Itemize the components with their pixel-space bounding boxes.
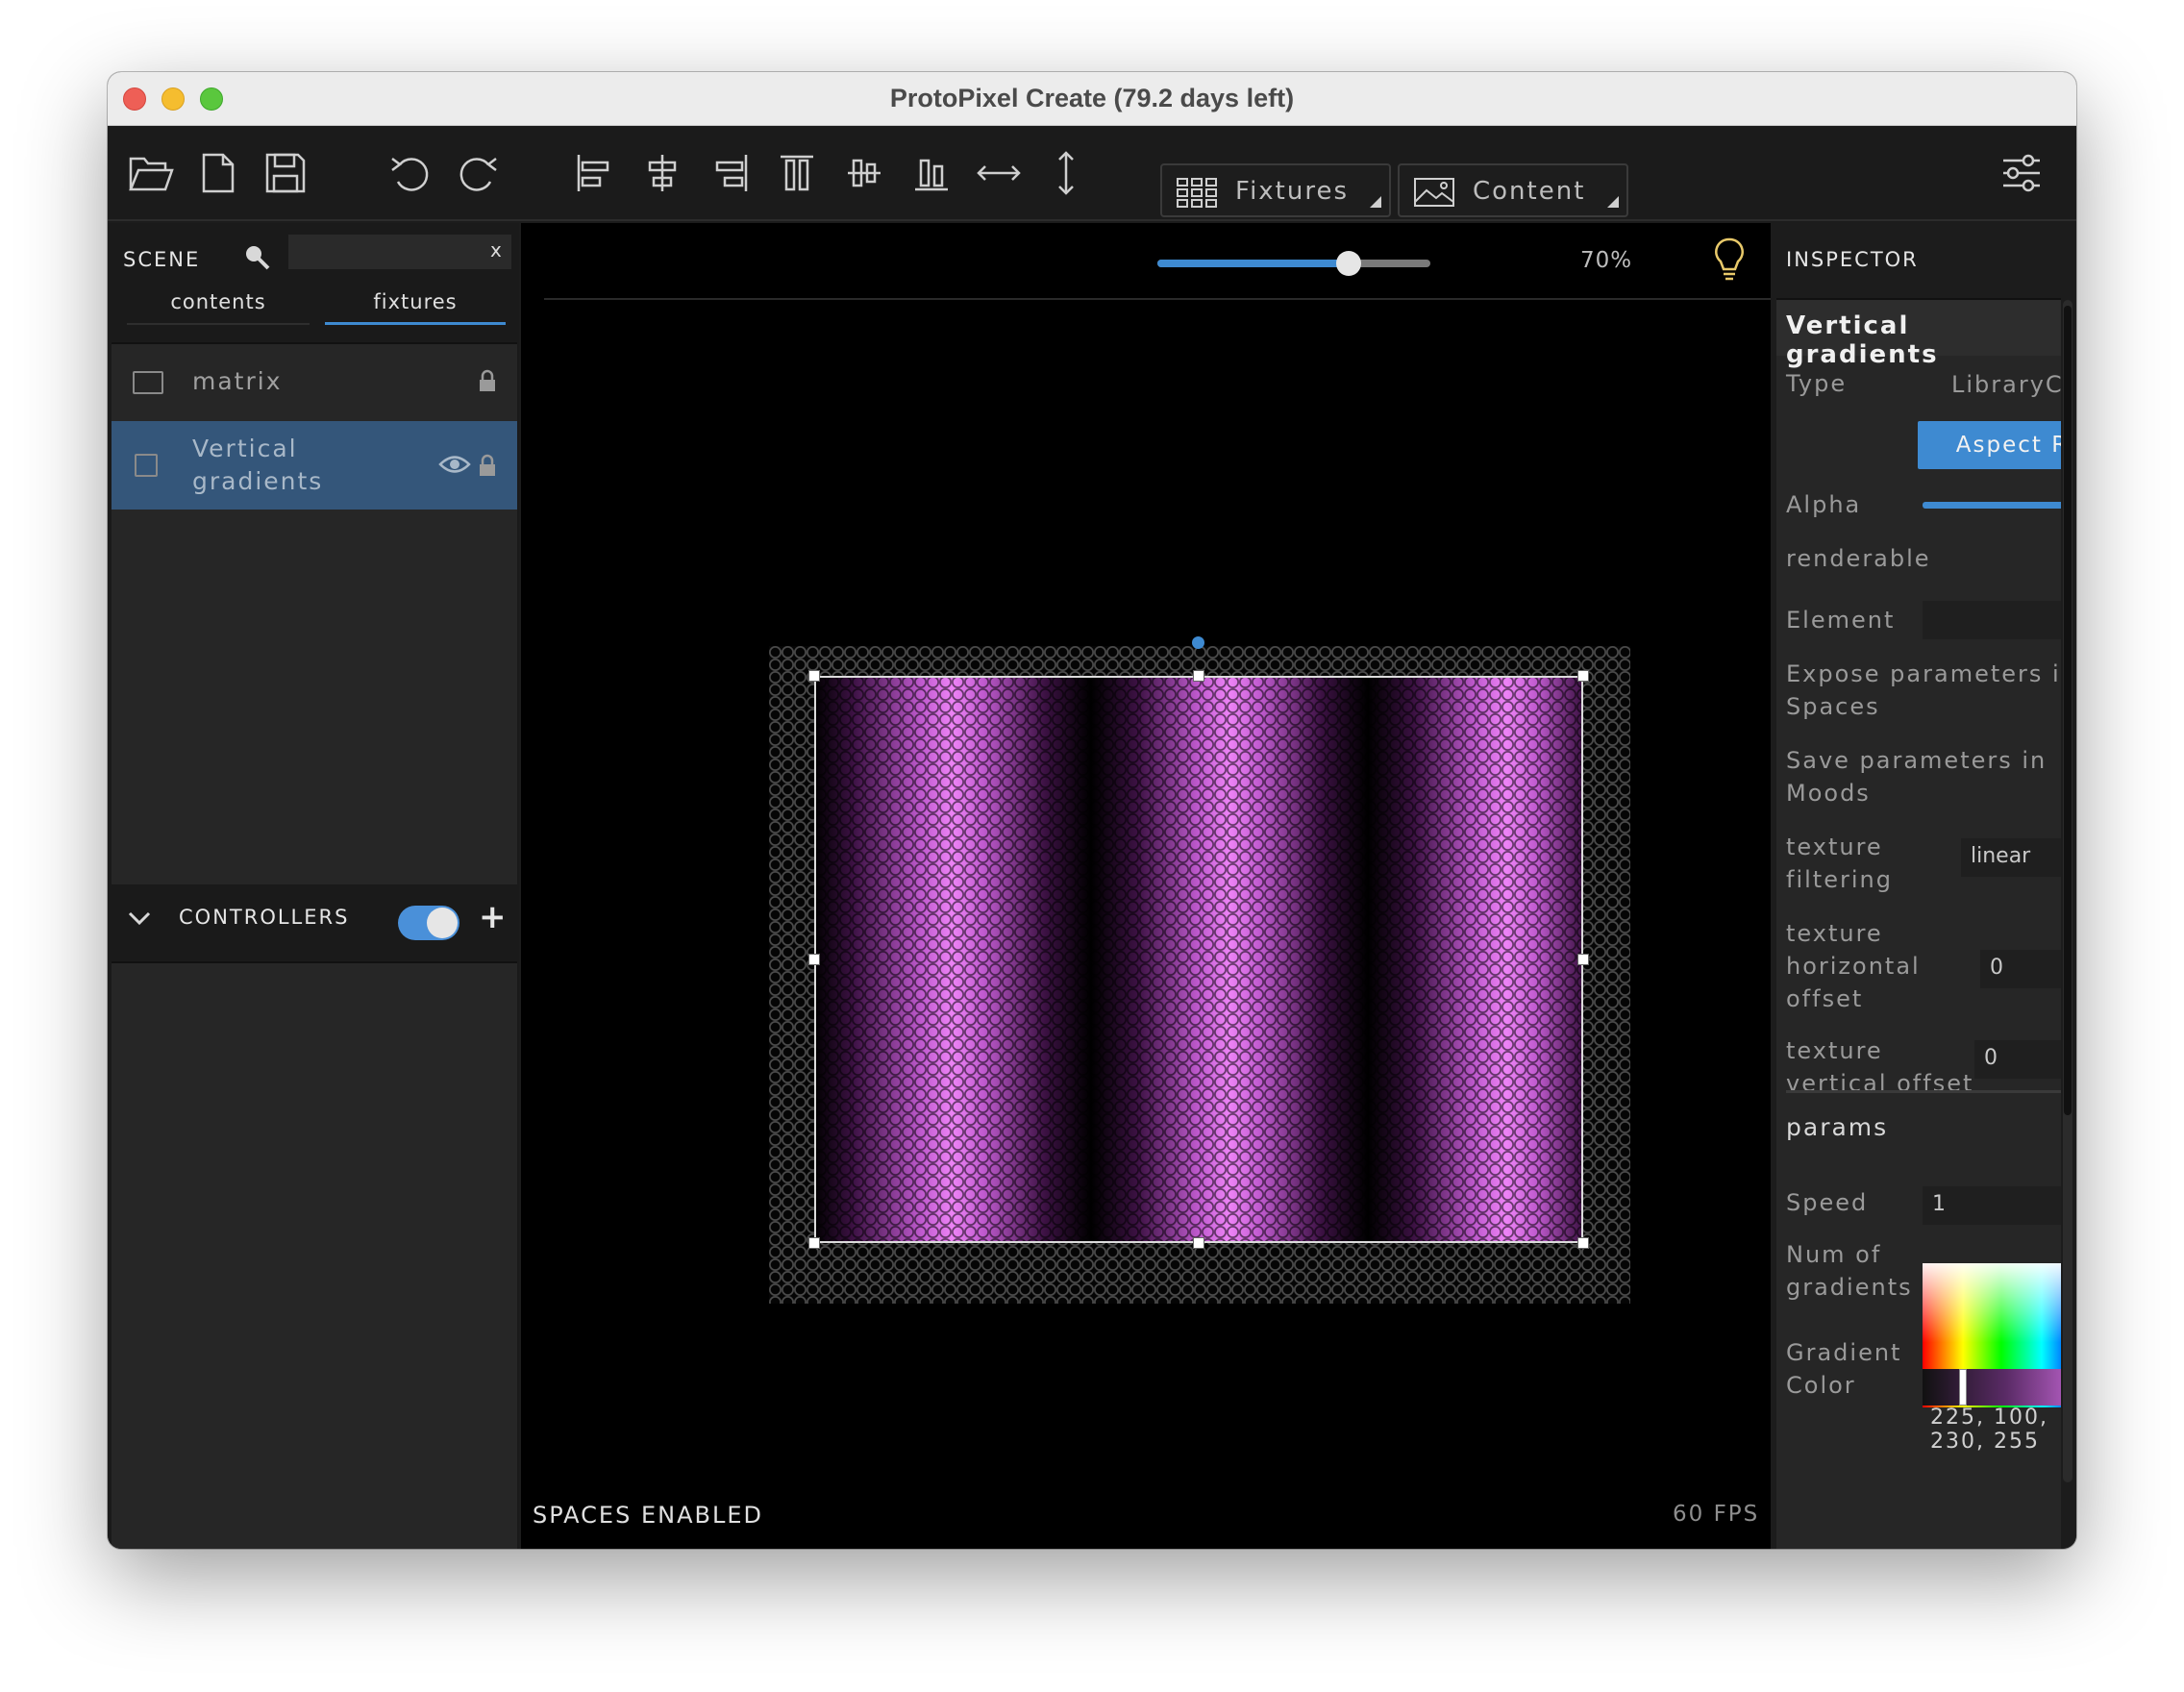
add-controller-button[interactable]: + xyxy=(479,898,507,936)
inspector-scrollbar[interactable] xyxy=(2063,300,2072,1482)
controllers-header: CONTROLLERS + xyxy=(108,884,519,961)
texture-filtering-select[interactable]: linear xyxy=(1961,838,2061,877)
content-dropdown[interactable]: Content xyxy=(1398,163,1628,217)
eye-icon[interactable] xyxy=(438,454,471,475)
scene-search-input[interactable] xyxy=(288,235,511,269)
visibility-checkbox[interactable] xyxy=(135,454,158,477)
canvas-divider xyxy=(544,298,1771,300)
visibility-checkbox[interactable] xyxy=(133,371,163,394)
texture-h-offset-field[interactable]: 0 xyxy=(1980,950,2061,988)
inspector-panel: INSPECTOR Vertical gradients Type Librar… xyxy=(1773,223,2076,1549)
type-label: Type xyxy=(1786,370,1848,397)
search-clear-button[interactable]: x xyxy=(490,238,502,261)
texture-v-offset-field[interactable]: 0 xyxy=(1974,1040,2061,1079)
tab-fixtures[interactable]: fixtures xyxy=(325,290,506,325)
color-strip-marker[interactable] xyxy=(1959,1369,1967,1406)
zoom-label: 70% xyxy=(1580,248,1633,273)
texture-filtering-label: texture filtering xyxy=(1786,834,1893,893)
list-item-vertical-gradients[interactable]: Vertical gradients xyxy=(112,421,517,510)
align-top-icon[interactable] xyxy=(773,151,821,195)
scrollbar-thumb[interactable] xyxy=(2064,306,2072,1115)
color-values: 225, 100, 230, 255 xyxy=(1930,1406,2048,1454)
resize-handle-top-right[interactable] xyxy=(1577,670,1589,682)
speed-field[interactable]: 1 xyxy=(1923,1186,2061,1225)
speed-label: Speed xyxy=(1786,1189,1869,1216)
align-center-h-icon[interactable] xyxy=(638,151,686,195)
renderable-label: renderable xyxy=(1786,545,1931,572)
zoom-slider[interactable] xyxy=(1157,251,1430,276)
texture-h-offset-label: texture horizontal offset xyxy=(1786,920,1921,1012)
params-header: params xyxy=(1786,1113,1889,1141)
params-divider xyxy=(1786,1090,2061,1093)
fixtures-dropdown-label: Fixtures xyxy=(1235,177,1350,206)
scene-list: matrix Vertical gradients xyxy=(112,342,517,884)
app-window: ProtoPixel Create (79.2 days left) Fixtu… xyxy=(108,72,2076,1549)
open-folder-icon[interactable] xyxy=(127,151,175,195)
scene-header: SCENE xyxy=(123,248,201,271)
resize-handle-top[interactable] xyxy=(1193,670,1204,682)
resize-handle-bottom[interactable] xyxy=(1193,1237,1204,1249)
alpha-slider[interactable] xyxy=(1923,502,2061,509)
distribute-horizontal-icon[interactable] xyxy=(975,151,1023,195)
content-dropdown-label: Content xyxy=(1473,177,1586,206)
distribute-vertical-icon[interactable] xyxy=(1042,151,1090,195)
inspector-object-title: Vertical gradients xyxy=(1776,300,2061,369)
image-icon xyxy=(1413,177,1455,208)
lock-icon[interactable] xyxy=(479,369,496,392)
search-icon xyxy=(242,242,271,271)
element-label: Element xyxy=(1786,607,1896,634)
fixtures-dropdown[interactable]: Fixtures xyxy=(1160,163,1391,217)
resize-handle-left[interactable] xyxy=(808,954,820,965)
save-moods-label: Save parameters in Moods xyxy=(1786,747,2048,807)
element-field[interactable] xyxy=(1923,601,2061,639)
lightbulb-icon[interactable] xyxy=(1713,236,1746,283)
gradient-color-label: Gradient Color xyxy=(1786,1339,1902,1399)
inspector-header: INSPECTOR xyxy=(1786,248,1919,271)
type-value: LibraryContent xyxy=(1951,371,2061,398)
lock-icon[interactable] xyxy=(479,454,496,477)
scene-panel: SCENE x contents fixtures matrix Vertica… xyxy=(108,223,519,1549)
aspect-ratio-button[interactable]: Aspect Ratio xyxy=(1918,421,2061,469)
rotate-handle[interactable] xyxy=(1192,636,1204,649)
selection-box[interactable] xyxy=(814,676,1583,1243)
redo-icon[interactable] xyxy=(454,151,502,195)
resize-handle-top-left[interactable] xyxy=(808,670,820,682)
expose-parameters-label: Expose parameters in Spaces xyxy=(1786,660,2061,720)
window-title: ProtoPixel Create (79.2 days left) xyxy=(889,84,1295,112)
resize-handle-bottom-left[interactable] xyxy=(808,1237,820,1249)
save-icon[interactable] xyxy=(261,151,310,195)
list-item-label: Vertical gradients xyxy=(192,435,324,495)
tab-contents[interactable]: contents xyxy=(127,290,310,325)
controllers-label: CONTROLLERS xyxy=(179,906,350,929)
color-strip[interactable] xyxy=(1923,1369,2061,1406)
zoom-slider-fill xyxy=(1157,260,1349,267)
inspector-body: Vertical gradients Type LibraryContent A… xyxy=(1776,298,2061,1549)
align-bottom-icon[interactable] xyxy=(907,151,956,195)
alpha-label: Alpha xyxy=(1786,491,1862,518)
list-item-label: matrix xyxy=(192,367,283,395)
undo-icon[interactable] xyxy=(386,151,434,195)
controllers-list xyxy=(112,961,517,1549)
fps-counter: 60 FPS xyxy=(1673,1502,1760,1527)
zoom-slider-knob[interactable] xyxy=(1335,251,1361,276)
align-left-icon[interactable] xyxy=(571,151,619,195)
grid-icon xyxy=(1176,177,1218,208)
dropdown-corner-icon xyxy=(1370,196,1381,208)
align-center-v-icon[interactable] xyxy=(840,151,888,195)
new-file-icon[interactable] xyxy=(194,151,242,195)
controllers-toggle[interactable] xyxy=(398,906,459,940)
chevron-down-icon[interactable] xyxy=(127,909,152,927)
spaces-status: SPACES ENABLED xyxy=(533,1502,763,1529)
resize-handle-bottom-right[interactable] xyxy=(1577,1237,1589,1249)
canvas-viewport[interactable]: 70% SPACES ENABLED 60 FPS xyxy=(521,223,1771,1549)
resize-handle-right[interactable] xyxy=(1577,954,1589,965)
align-right-icon[interactable] xyxy=(706,151,754,195)
toolbar xyxy=(108,126,2076,221)
dropdown-corner-icon xyxy=(1607,196,1619,208)
list-item-matrix[interactable]: matrix xyxy=(112,344,517,421)
title-bar: ProtoPixel Create (79.2 days left) xyxy=(108,72,2076,126)
num-gradients-label: Num of gradients xyxy=(1786,1241,1913,1301)
settings-sliders-icon[interactable] xyxy=(1999,151,2044,195)
